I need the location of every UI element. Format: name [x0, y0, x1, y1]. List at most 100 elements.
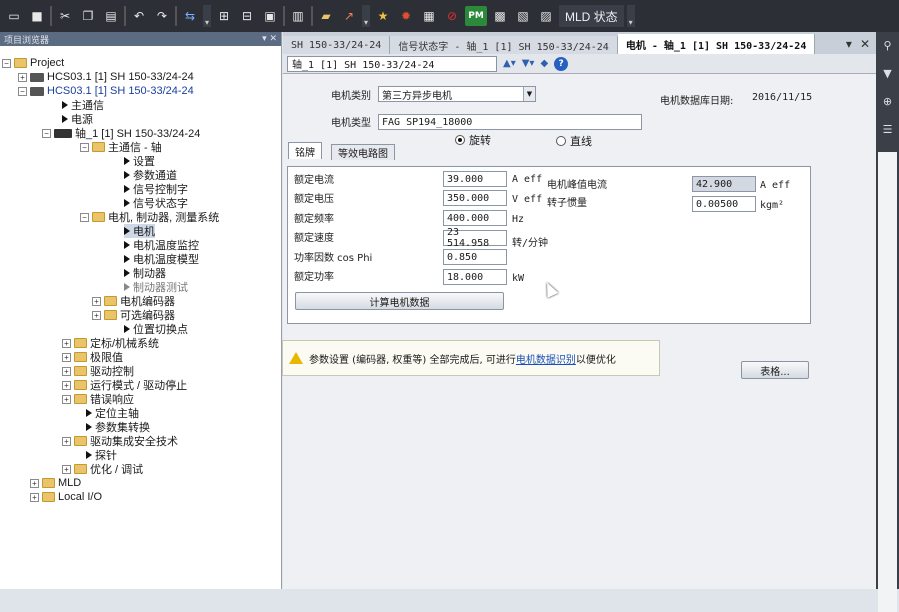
collapse-icon[interactable]: − [2, 58, 11, 68]
help-icon[interactable]: ? [554, 56, 569, 71]
upload-icon[interactable]: ⊟ [237, 6, 257, 26]
export-icon[interactable]: ↗ [339, 6, 359, 26]
tree-node-param-set-switch[interactable]: 参数集转换 [86, 420, 150, 434]
connect-icon[interactable]: ⇆ [180, 6, 200, 26]
expand-icon[interactable]: + [62, 366, 71, 376]
tree-node-main-comm[interactable]: 主通信 [62, 98, 104, 112]
collapse-icon[interactable]: − [18, 86, 27, 96]
connect-dropdown[interactable]: ▾ [203, 5, 211, 27]
tree-node-optional-encoder[interactable]: + 可选编码器 [92, 308, 175, 322]
collapse-icon[interactable]: − [80, 212, 89, 222]
tree-node-probe[interactable]: 探针 [86, 448, 117, 462]
rated-frequency-field[interactable]: 400.000 [443, 210, 507, 226]
rotor-inertia-field[interactable]: 0.00500 [692, 196, 756, 212]
tree-node-position-switch[interactable]: 位置切换点 [124, 322, 188, 336]
export-dropdown[interactable]: ▾ [362, 5, 370, 27]
expand-icon[interactable]: + [62, 394, 71, 404]
signal-icon[interactable]: ▨ [536, 6, 556, 26]
radio-rotary[interactable]: 旋转 [455, 132, 491, 148]
tree-node-drive-control[interactable]: + 驱动控制 [62, 364, 134, 378]
pm-button[interactable]: PM [465, 6, 487, 26]
tool-icon[interactable]: ✹ [396, 6, 416, 26]
tree-node-axis[interactable]: − 轴_1 [1] SH 150-33/24-24 [42, 126, 200, 140]
cut-icon[interactable]: ✂ [55, 6, 75, 26]
rated-current-field[interactable]: 39.000 [443, 171, 507, 187]
binoculars-icon[interactable]: ⊕ [881, 94, 895, 108]
tree-node-local-io[interactable]: + Local I/O [30, 490, 102, 504]
table-button[interactable]: 表格... [741, 361, 809, 379]
tab-status-word[interactable]: 信号状态字 - 轴_1 [1] SH 150-33/24-24 [390, 36, 618, 54]
expand-icon[interactable]: + [62, 380, 71, 390]
tab-device[interactable]: SH 150-33/24-24 [283, 36, 391, 54]
expand-icon[interactable]: + [62, 352, 71, 362]
undo-icon[interactable]: ↶ [129, 6, 149, 26]
tree-node-operation-mode[interactable]: + 运行模式 / 驱动停止 [62, 378, 187, 392]
tree-node-limits[interactable]: + 极限值 [62, 350, 123, 364]
motor-identification-link[interactable]: 电机数据识别 [516, 355, 576, 366]
star-icon[interactable]: ★ [373, 6, 393, 26]
power-factor-field[interactable]: 0.850 [443, 249, 507, 265]
tree-node-device[interactable]: + HCS03.1 [1] SH 150-33/24-24 [18, 70, 194, 84]
expand-icon[interactable]: + [62, 464, 71, 474]
list-icon[interactable]: ☰ [881, 122, 895, 136]
tree-node-scaling[interactable]: + 定标/机械系统 [62, 336, 159, 350]
rated-speed-field[interactable]: 23 514.958 [443, 227, 507, 249]
tree-node-safety[interactable]: + 驱动集成安全技术 [62, 434, 178, 448]
redo-icon[interactable]: ↷ [152, 6, 172, 26]
tab-list-icon[interactable]: ▾ [846, 37, 852, 51]
tree-node-device-online[interactable]: − HCS03.1 [1] SH 150-33/24-24 [18, 84, 194, 98]
tree-node-power[interactable]: 电源 [62, 112, 93, 126]
tree-node-error-response[interactable]: + 错误响应 [62, 392, 134, 406]
tree-node-motor-temp-monitor[interactable]: 电机温度监控 [124, 238, 199, 252]
calculate-motor-data-button[interactable]: 计算电机数据 [295, 292, 504, 310]
nav-down-icon[interactable]: ▼▾ [522, 58, 535, 69]
chart-icon[interactable]: ▧ [513, 6, 533, 26]
stop-icon[interactable]: ⊘ [442, 6, 462, 26]
axis-select[interactable]: 轴_1 [1] SH 150-33/24-24 [287, 55, 497, 72]
close-icon[interactable]: ✕ [860, 37, 870, 51]
grid-icon[interactable]: ▩ [490, 6, 510, 26]
monitor-icon[interactable]: ▭ [4, 6, 24, 26]
tree-node-motor-encoder[interactable]: + 电机编码器 [92, 294, 175, 308]
rated-voltage-field[interactable]: 350.000 [443, 190, 507, 206]
radio-linear[interactable]: 直线 [556, 133, 592, 149]
expand-icon[interactable]: + [30, 478, 39, 488]
expand-icon[interactable]: + [92, 296, 101, 306]
mld-status-dropdown[interactable]: ▾ [626, 5, 635, 27]
collapse-icon[interactable]: − [42, 128, 51, 138]
nav-jump-icon[interactable]: ◆ [540, 58, 548, 69]
motor-category-select[interactable]: 第三方异步电机 ▼ [378, 86, 536, 102]
tree-node-motor[interactable]: 电机 [124, 224, 155, 238]
tree-node-optimization[interactable]: + 优化 / 调试 [62, 462, 143, 476]
tree-node-motor-temp-model[interactable]: 电机温度模型 [124, 252, 199, 266]
open-icon[interactable]: ▥ [288, 6, 308, 26]
paste-icon[interactable]: ▤ [101, 6, 121, 26]
tree-node-axis-comm[interactable]: − 主通信 - 轴 [80, 140, 162, 154]
rated-power-field[interactable]: 18.000 [443, 269, 507, 285]
expand-icon[interactable]: + [18, 72, 27, 82]
save-icon[interactable]: ■ [27, 6, 47, 26]
folder-icon[interactable]: ▰ [316, 6, 336, 26]
copy-icon[interactable]: ❐ [78, 6, 98, 26]
table-icon[interactable]: ▦ [419, 6, 439, 26]
tree-node-brake[interactable]: 制动器 [124, 266, 166, 280]
link-icon[interactable]: ⚲ [881, 38, 895, 52]
expand-icon[interactable]: + [62, 436, 71, 446]
tree-node-brake-test[interactable]: 制动器测试 [124, 280, 188, 294]
pin-icon[interactable]: ▾ ✕ [262, 34, 277, 44]
tree-node-motor-group[interactable]: − 电机, 制动器, 测量系统 [80, 210, 219, 224]
expand-icon[interactable]: + [92, 310, 101, 320]
tree-node-spindle-position[interactable]: 定位主轴 [86, 406, 139, 420]
compare-icon[interactable]: ▣ [260, 6, 280, 26]
mld-status-button[interactable]: MLD 状态 [559, 5, 624, 27]
nav-up-icon[interactable]: ▲▾ [503, 58, 516, 69]
collapse-icon[interactable]: − [80, 142, 89, 152]
tree-node-control-word[interactable]: 信号控制字 [124, 182, 188, 196]
tab-nameplate[interactable]: 铭牌 [288, 142, 322, 159]
filter-icon[interactable]: ▼ [881, 66, 895, 80]
tree-node-status-word[interactable]: 信号状态字 [124, 196, 188, 210]
tree-node-param-channel[interactable]: 参数通道 [124, 168, 177, 182]
expand-icon[interactable]: + [30, 492, 39, 502]
download-icon[interactable]: ⊞ [214, 6, 234, 26]
tree-node-mld[interactable]: + MLD [30, 476, 81, 490]
